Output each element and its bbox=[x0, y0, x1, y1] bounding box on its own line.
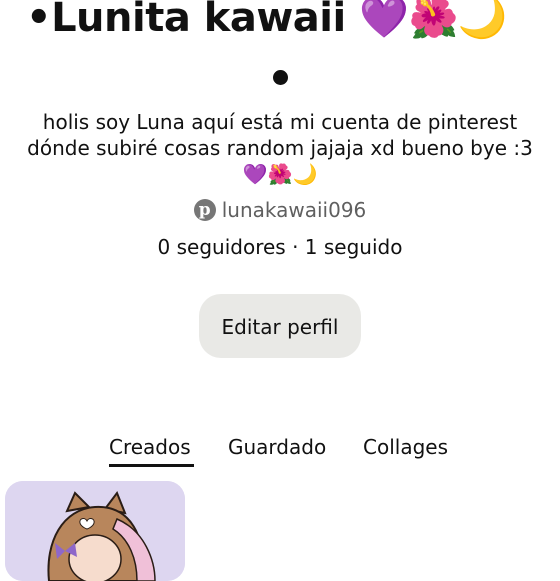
pinterest-logo-icon: p bbox=[193, 199, 216, 221]
bio-line: holis soy Luna aquí está mi cuenta de pi… bbox=[42, 110, 518, 134]
pin-card[interactable] bbox=[5, 481, 185, 581]
name-dot-decoration bbox=[273, 70, 288, 85]
profile-tabs: Creados Guardado Collages bbox=[0, 435, 560, 475]
bio-line: dónde subiré cosas random jajaja xd buen… bbox=[27, 136, 533, 160]
tab-created[interactable]: Creados bbox=[109, 435, 191, 459]
active-tab-indicator bbox=[109, 464, 194, 467]
bio-line: 💜🌺🌙 bbox=[242, 162, 318, 186]
pin-thumbnail-illustration bbox=[5, 481, 185, 581]
edit-profile-button[interactable]: Editar perfil bbox=[199, 294, 361, 358]
username-row: p lunakawaii096 bbox=[0, 198, 560, 222]
username: lunakawaii096 bbox=[221, 198, 367, 222]
tab-collages[interactable]: Collages bbox=[363, 435, 448, 459]
tab-saved[interactable]: Guardado bbox=[228, 435, 326, 459]
profile-bio: holis soy Luna aquí está mi cuenta de pi… bbox=[0, 109, 560, 187]
profile-display-name: •Lunita kawaii 💜🌺🌙 bbox=[26, 0, 508, 41]
follow-stats[interactable]: 0 seguidores · 1 seguido bbox=[0, 235, 560, 259]
